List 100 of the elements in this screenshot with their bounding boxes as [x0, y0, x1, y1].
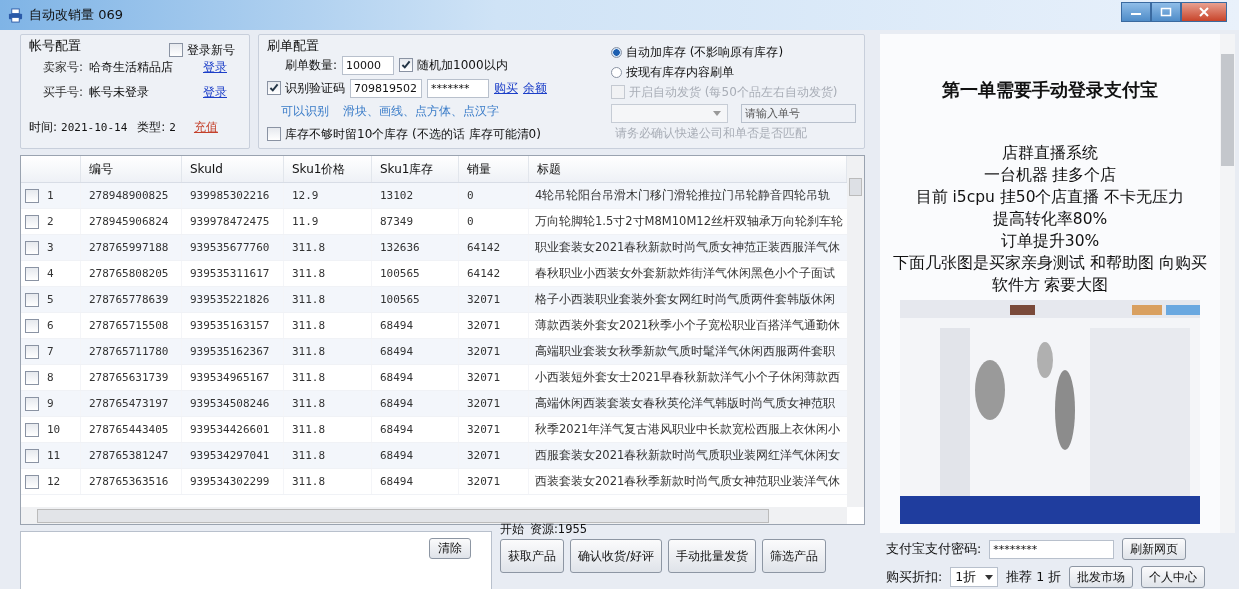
log-area[interactable]: 清除	[20, 531, 492, 589]
recharge-link[interactable]: 充值	[193, 118, 218, 136]
ad-text: 一台机器 挂多个店	[982, 165, 1118, 186]
table-cell: 13102	[380, 189, 414, 202]
resource-count: 资源:1955	[530, 522, 588, 537]
table-cell: 32071	[467, 449, 501, 462]
row-checkbox[interactable]	[25, 344, 39, 359]
field-label: 刷单数量:	[285, 56, 338, 74]
table-cell: 939534426601	[190, 423, 270, 436]
row-checkbox[interactable]	[25, 240, 39, 255]
caret-icon	[985, 574, 994, 580]
action-button[interactable]: 确认收货/好评	[570, 539, 663, 573]
field-label: 时间:	[29, 118, 58, 136]
row-number: 12	[47, 475, 61, 488]
field-value: 2	[169, 120, 176, 134]
table-cell: 32071	[467, 345, 501, 358]
row-checkbox[interactable]	[25, 448, 39, 463]
row-checkbox[interactable]	[25, 214, 39, 229]
group-title: 帐号配置	[29, 37, 81, 55]
field-value: 哈奇生活精品店	[89, 58, 174, 76]
field-label: 购买折扣:	[886, 568, 943, 586]
table-cell: 278945906824	[89, 215, 169, 228]
discount-dropdown[interactable]: 1折	[950, 567, 999, 588]
window-title: 自动改销量 069	[29, 6, 123, 24]
table-cell: 278765631739	[89, 371, 169, 384]
checkbox[interactable]	[169, 43, 183, 57]
table-cell: 西服套装女2021春秋新款时尚气质职业装网红洋气休闲女	[535, 448, 841, 463]
row-checkbox[interactable]	[25, 422, 39, 437]
action-button[interactable]: 筛选产品	[762, 539, 827, 573]
table-cell: 939535221826	[190, 293, 270, 306]
field-label: 买手号:	[41, 83, 83, 101]
row-number: 10	[47, 423, 61, 436]
column-header[interactable]: 编号	[81, 156, 182, 182]
field-label: 类型:	[137, 118, 166, 136]
username-field[interactable]: 709819502	[350, 78, 422, 98]
vertical-scrollbar[interactable]	[847, 156, 864, 507]
table-cell: 311.8	[292, 449, 326, 462]
column-header[interactable]: Sku1价格	[284, 156, 372, 182]
row-checkbox[interactable]	[25, 370, 39, 385]
table-cell: 12.9	[292, 189, 319, 202]
row-checkbox[interactable]	[25, 266, 39, 281]
table-cell: 939535162367	[190, 345, 270, 358]
table-cell: 939534297041	[190, 449, 270, 462]
nav-button[interactable]: 个人中心	[1141, 566, 1206, 589]
recommend-text: 推荐 1 折	[1006, 568, 1062, 586]
login-link[interactable]: 登录	[203, 83, 227, 101]
table-cell: 278765808205	[89, 267, 169, 280]
action-button[interactable]: 手动批量发货	[668, 539, 757, 573]
table-cell: 11.9	[292, 215, 319, 228]
ad-text: 下面几张图是买家亲身测试 和帮助图 向购买软件方 索要大图	[892, 253, 1208, 296]
minimize-button[interactable]	[1121, 2, 1151, 22]
table-cell: 311.8	[292, 475, 326, 488]
maximize-button[interactable]	[1151, 2, 1181, 22]
row-checkbox[interactable]	[25, 474, 39, 489]
checkbox[interactable]	[399, 58, 414, 72]
status-text: 开始	[500, 522, 524, 537]
table-cell: 68494	[380, 397, 414, 410]
row-checkbox[interactable]	[25, 318, 39, 333]
balance-link[interactable]: 余额	[523, 79, 547, 97]
table-cell: 278765711780	[89, 345, 169, 358]
vertical-scrollbar[interactable]	[1220, 34, 1235, 534]
action-button[interactable]: 获取产品	[500, 539, 564, 573]
row-checkbox[interactable]	[25, 188, 39, 203]
quantity-field[interactable]: 10000	[342, 55, 395, 75]
column-header[interactable]: 销量	[459, 156, 529, 182]
table-cell: 311.8	[292, 241, 326, 254]
table-cell: 西装套装女2021春秋季新款时尚气质女神范职业装洋气休	[535, 474, 841, 489]
password-field[interactable]: ********	[989, 539, 1115, 559]
info-text: 滑块、画线、点方体、点汉字	[343, 102, 499, 120]
group-title: 刷单配置	[267, 37, 319, 55]
buy-link[interactable]: 购买	[494, 79, 518, 97]
refresh-button[interactable]: 刷新网页	[1122, 538, 1187, 561]
row-number: 3	[47, 241, 54, 254]
order-number-field[interactable]: 请输入单号	[741, 103, 856, 123]
radio-button[interactable]	[611, 46, 622, 58]
column-header[interactable]: SkuId	[182, 156, 284, 182]
table-cell: 万向轮脚轮1.5寸2寸M8M10M12丝杆双轴承万向轮刹车轮	[535, 214, 843, 229]
table-cell: 278765997188	[89, 241, 169, 254]
nav-button[interactable]: 批发市场	[1069, 566, 1134, 589]
checkbox[interactable]	[267, 81, 281, 95]
password-field[interactable]: *******	[427, 78, 489, 98]
close-icon	[1198, 7, 1210, 17]
row-checkbox[interactable]	[25, 292, 39, 307]
table-cell: 311.8	[292, 293, 326, 306]
ad-text: 店群直播系统	[1001, 143, 1099, 164]
login-link[interactable]: 登录	[203, 58, 227, 76]
radio-button[interactable]	[611, 66, 622, 78]
row-number: 8	[47, 371, 54, 384]
table-cell: 311.8	[292, 345, 326, 358]
clear-button[interactable]: 清除	[429, 538, 471, 559]
row-checkbox[interactable]	[25, 396, 39, 411]
field-value: 帐号未登录	[89, 83, 150, 101]
checkbox[interactable]	[267, 127, 281, 141]
table-cell: 311.8	[292, 319, 326, 332]
close-button[interactable]	[1181, 2, 1227, 22]
checkbox-label: 库存不够时留10个库存 (不选的话 库存可能清0)	[285, 125, 541, 143]
column-header[interactable]: Sku1库存	[372, 156, 459, 182]
ad-text: 目前 i5cpu 挂50个店直播 不卡无压力	[914, 187, 1186, 208]
horizontal-scrollbar[interactable]	[21, 507, 847, 524]
table-cell: 939978472475	[190, 215, 270, 228]
